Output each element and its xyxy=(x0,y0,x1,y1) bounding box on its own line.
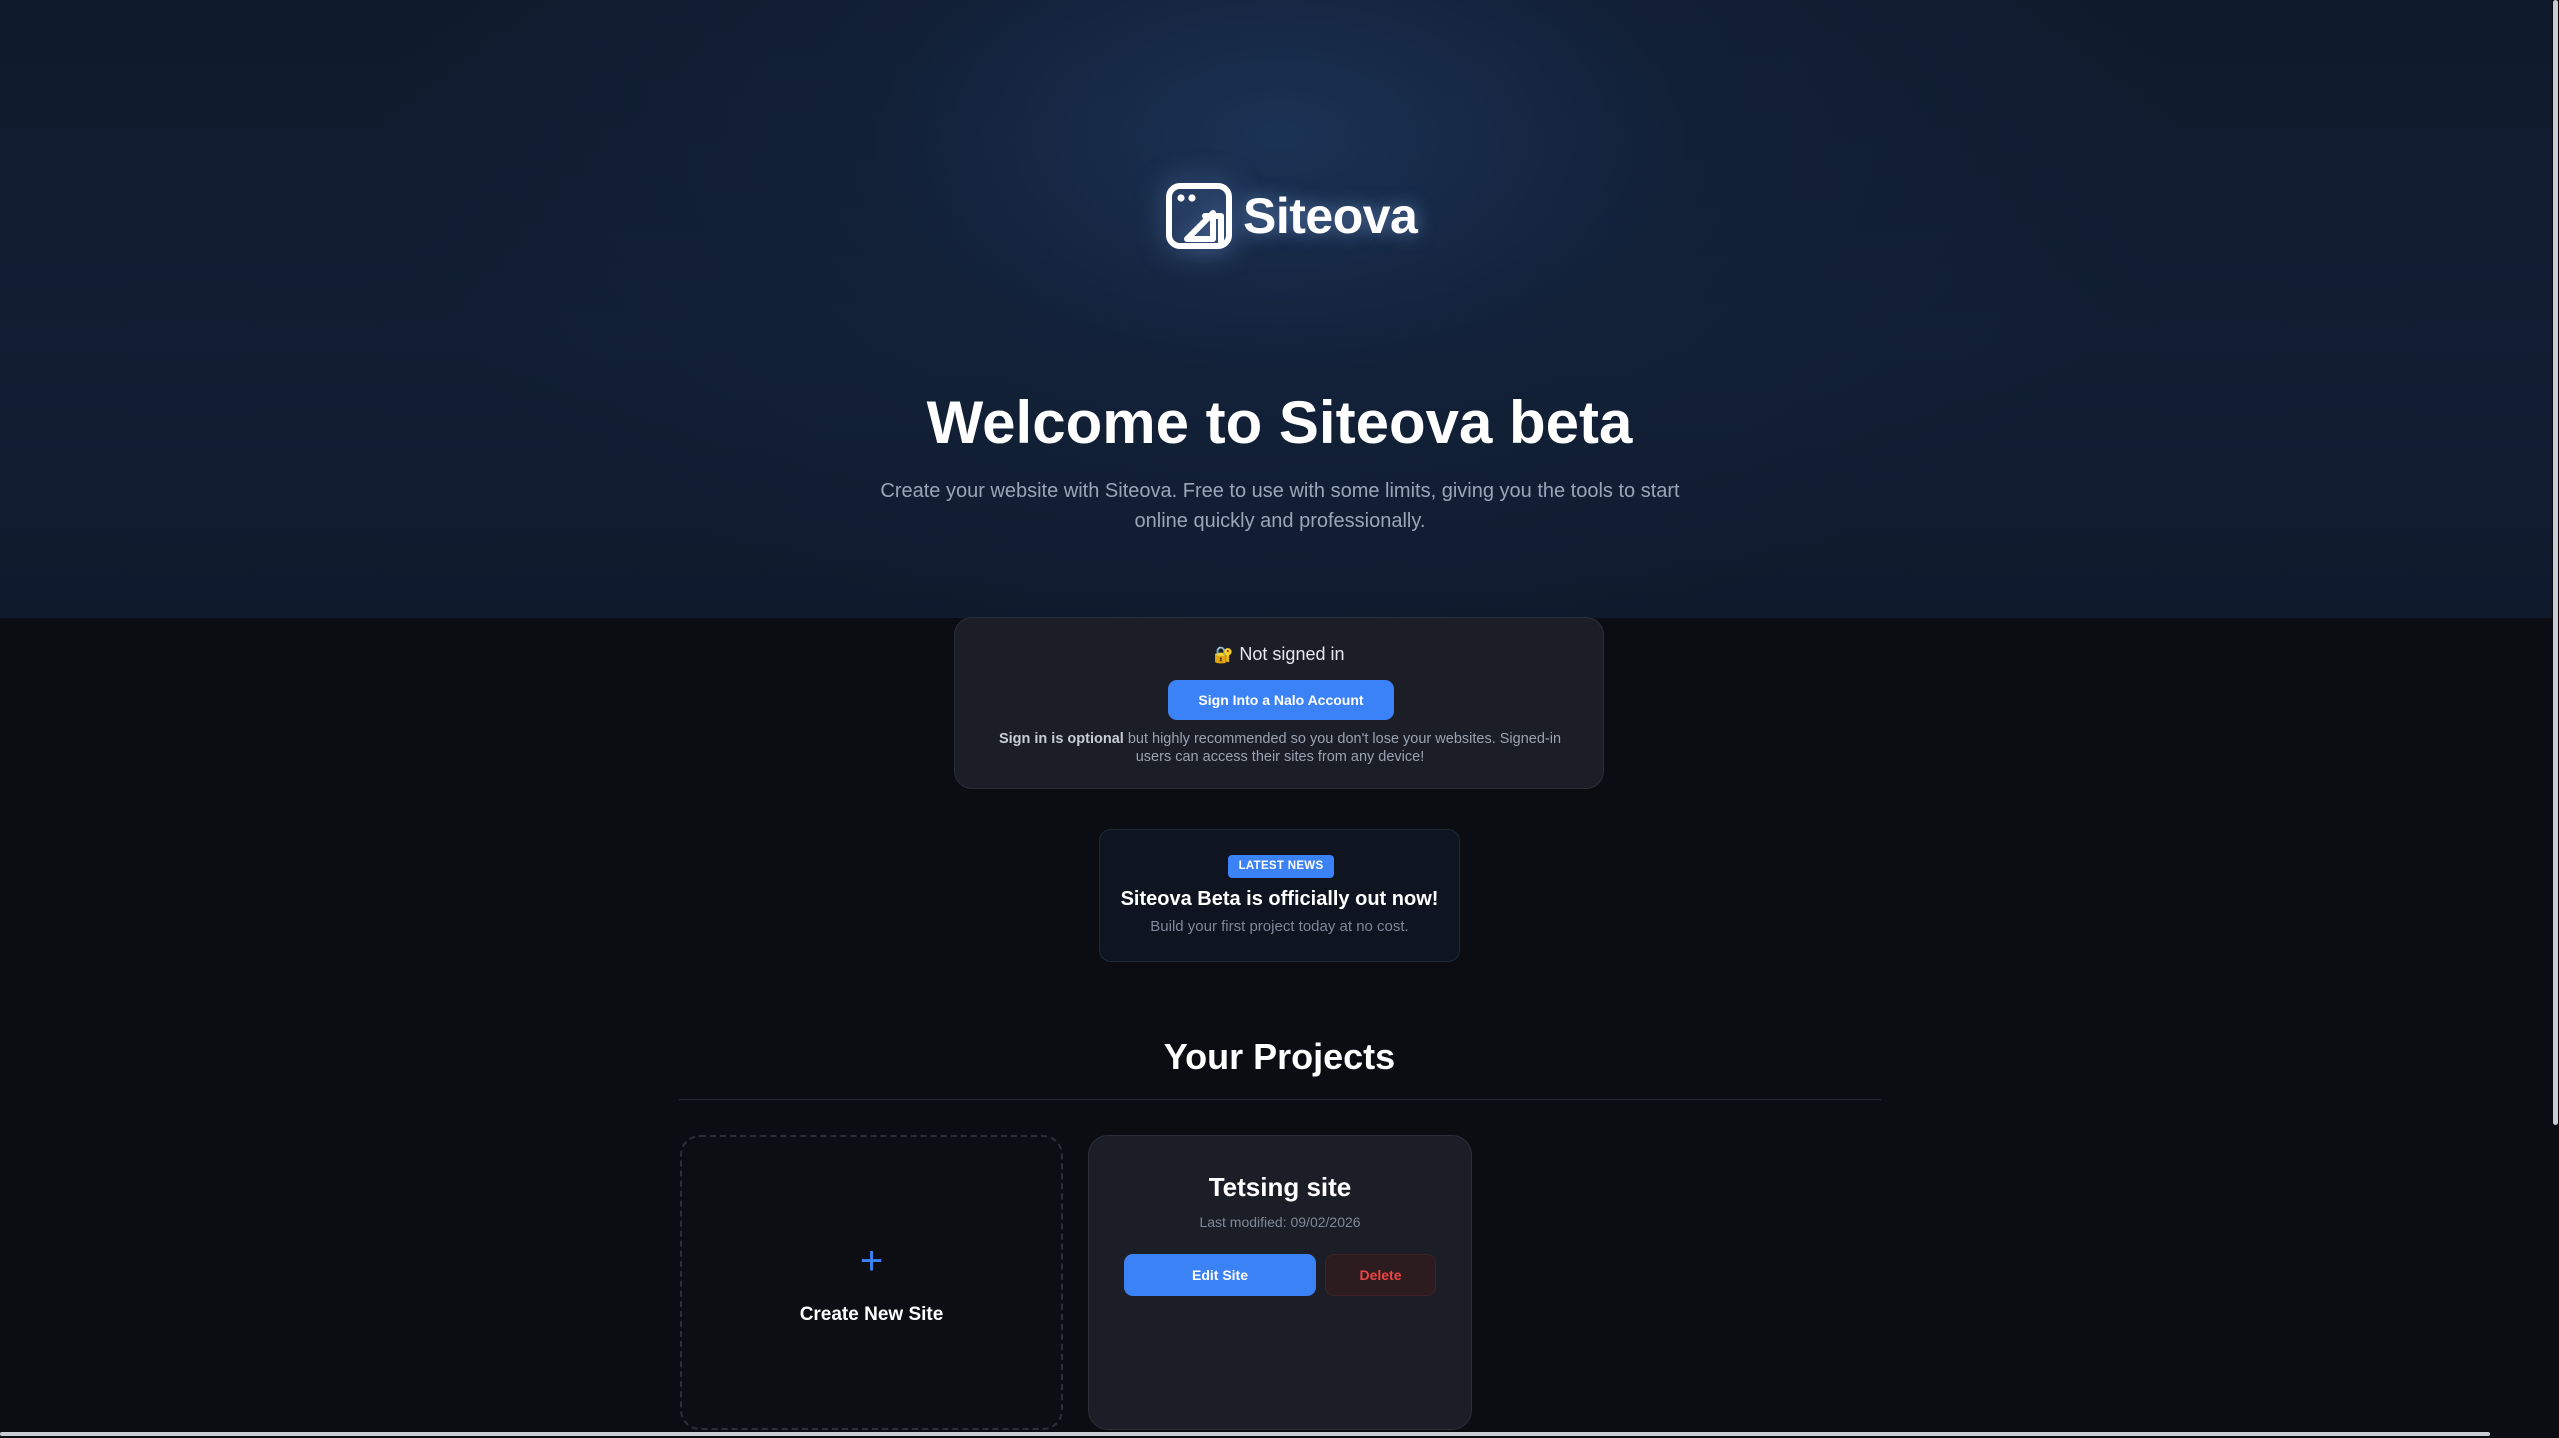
vertical-scrollbar-thumb[interactable] xyxy=(2553,0,2558,1125)
signin-button[interactable]: Sign Into a Nalo Account xyxy=(1168,680,1394,720)
brand-logo[interactable]: Siteova xyxy=(1165,182,1418,250)
edit-site-button[interactable]: Edit Site xyxy=(1124,1254,1316,1296)
page: Siteova Welcome to Siteova beta Create y… xyxy=(0,0,2559,1438)
signin-status: 🔐 Not signed in xyxy=(955,644,1603,665)
news-subtitle: Build your first project today at no cos… xyxy=(1150,918,1409,935)
page-title: Welcome to Siteova beta xyxy=(926,389,1633,456)
hero-section: Siteova Welcome to Siteova beta Create y… xyxy=(0,0,2559,618)
horizontal-scrollbar-thumb[interactable] xyxy=(0,1432,2490,1436)
signin-note-bold: Sign in is optional xyxy=(998,731,1124,747)
vertical-scrollbar[interactable] xyxy=(2552,0,2559,1438)
signin-status-text: Not signed in xyxy=(1239,644,1345,664)
news-title: Siteova Beta is officially out now! xyxy=(1120,888,1439,910)
project-last-modified: Last modified: 09/02/2026 xyxy=(1199,1214,1361,1230)
browser-window-icon xyxy=(1166,183,1232,249)
news-card: LATEST NEWS Siteova Beta is officially o… xyxy=(1099,829,1460,962)
project-name: Tetsing site xyxy=(1208,1172,1352,1202)
create-site-card[interactable]: + Create New Site xyxy=(680,1135,1063,1430)
hero-subtitle: Create your website with Siteova. Free t… xyxy=(880,480,1680,532)
projects-title: Your Projects xyxy=(1163,1036,1396,1077)
brand-name: Siteova xyxy=(1243,188,1418,244)
project-card: Tetsing site Last modified: 09/02/2026 E… xyxy=(1088,1135,1472,1430)
signin-card: 🔐 Not signed in Sign Into a Nalo Account … xyxy=(954,617,1604,789)
news-badge: LATEST NEWS xyxy=(1228,855,1334,878)
lock-icon: 🔐 xyxy=(1213,647,1234,664)
signin-note: Sign in is optional but highly recommend… xyxy=(983,730,1577,766)
plus-icon: + xyxy=(859,1239,884,1283)
delete-site-button[interactable]: Delete xyxy=(1325,1254,1436,1296)
create-site-label: Create New Site xyxy=(799,1304,944,1325)
signin-note-text: but highly recommended so you don't lose… xyxy=(1123,731,1562,765)
projects-divider xyxy=(679,1099,1881,1100)
